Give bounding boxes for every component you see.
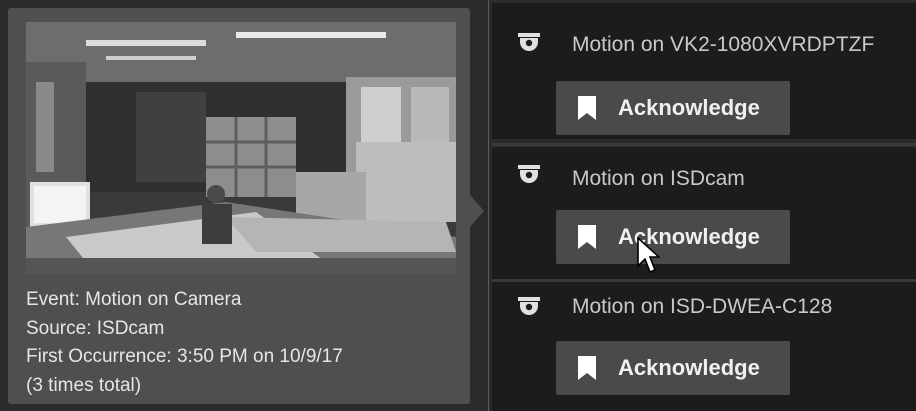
alert-title: Motion on ISD-DWEA-C128 xyxy=(572,295,833,318)
event-first-occurrence-text: First Occurrence: 3:50 PM on 10/9/17 xyxy=(26,346,343,367)
alert-title: Motion on VK2-1080XVRDPTZF xyxy=(572,33,875,56)
alert-title: Motion on ISDcam xyxy=(572,167,745,190)
bookmark-icon xyxy=(578,225,596,249)
dome-camera-icon xyxy=(518,297,540,315)
camera-snapshot xyxy=(26,22,456,274)
event-preview-tooltip: Event: Motion on Camera Source: ISDcam F… xyxy=(8,8,470,404)
tooltip-caret xyxy=(470,195,484,227)
alert-item[interactable]: Motion on ISDcam Acknowledge xyxy=(492,143,916,283)
event-type-text: Event: Motion on Camera xyxy=(26,289,242,310)
alert-list: Motion on VK2-1080XVRDPTZF Acknowledge M… xyxy=(492,0,916,411)
acknowledge-button-label: Acknowledge xyxy=(618,355,760,380)
event-source-text: Source: ISDcam xyxy=(26,317,165,339)
alert-item[interactable]: Motion on VK2-1080XVRDPTZF Acknowledge xyxy=(492,3,916,139)
bookmark-icon xyxy=(578,356,596,380)
bookmark-icon xyxy=(578,96,596,120)
mouse-cursor-icon xyxy=(637,236,660,274)
alert-item[interactable]: Motion on ISD-DWEA-C128 Acknowledge xyxy=(492,279,916,411)
panel-divider xyxy=(488,0,489,411)
dome-camera-icon xyxy=(518,165,540,183)
event-details: Event: Motion on Camera Source: ISDcam F… xyxy=(26,286,466,400)
acknowledge-button-label: Acknowledge xyxy=(618,95,760,120)
event-count-text: (3 times total) xyxy=(26,374,142,396)
acknowledge-button[interactable]: Acknowledge xyxy=(556,341,790,395)
acknowledge-button[interactable]: Acknowledge xyxy=(556,81,790,135)
dome-camera-icon xyxy=(518,33,540,51)
acknowledge-button[interactable]: Acknowledge xyxy=(556,210,790,264)
